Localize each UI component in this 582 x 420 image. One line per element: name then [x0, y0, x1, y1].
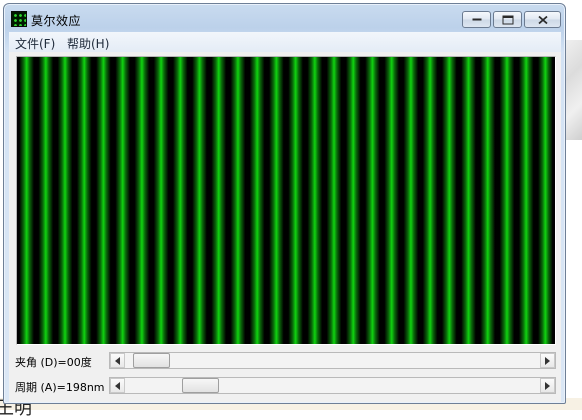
- title-bar[interactable]: 莫尔效应: [4, 4, 565, 32]
- client-area: 夹角 (D)=00度 周期 (A)=198nm: [9, 52, 561, 402]
- moire-stripe: [288, 57, 303, 344]
- moire-stripe: [230, 57, 246, 344]
- moire-stripe: [134, 57, 150, 344]
- moire-stripe: [96, 57, 111, 344]
- restore-icon: [502, 15, 513, 24]
- moire-stripe: [384, 57, 399, 344]
- app-window: 莫尔效应 文件(F) 帮助(H) 夹角 (D)=00度 周期 (A)=198nm: [3, 3, 566, 404]
- moire-stripe: [115, 57, 130, 344]
- moire-stripe: [442, 57, 457, 344]
- period-label: 周期 (A)=198nm: [15, 381, 105, 394]
- period-control-row: 周期 (A)=198nm: [9, 377, 561, 395]
- window-title: 莫尔效应: [31, 14, 82, 28]
- restore-button[interactable]: [493, 11, 522, 28]
- moire-pattern-display: [16, 56, 556, 345]
- close-icon: [537, 15, 548, 24]
- moire-stripe: [76, 57, 92, 344]
- moire-stripe: [19, 57, 34, 344]
- menu-help[interactable]: 帮助(H): [67, 35, 109, 52]
- angle-scroll-thumb[interactable]: [133, 353, 170, 368]
- angle-label: 夹角 (D)=00度: [15, 356, 92, 369]
- moire-stripe: [57, 57, 73, 344]
- menu-bar: 文件(F) 帮助(H): [9, 32, 561, 53]
- angle-scroll-left-button[interactable]: [110, 353, 125, 368]
- moire-stripe: [480, 57, 496, 344]
- menu-file[interactable]: 文件(F): [15, 35, 55, 52]
- arrow-right-icon: [545, 382, 550, 390]
- moire-stripe: [307, 57, 323, 344]
- moire-app-icon[interactable]: [11, 11, 27, 27]
- minimize-button[interactable]: [462, 11, 491, 28]
- moire-stripe: [345, 57, 361, 344]
- moire-stripe: [538, 57, 553, 344]
- minimize-icon: [472, 18, 481, 20]
- moire-stripe: [403, 57, 419, 344]
- period-scroll-track[interactable]: [125, 378, 540, 393]
- moire-stripe: [422, 57, 438, 344]
- moire-stripe: [499, 57, 515, 344]
- moire-pattern-canvas: [19, 57, 553, 344]
- moire-stripe: [365, 57, 380, 344]
- period-scrollbar[interactable]: [109, 377, 556, 394]
- arrow-left-icon: [115, 357, 120, 365]
- angle-scroll-track[interactable]: [125, 353, 540, 368]
- angle-scrollbar[interactable]: [109, 352, 556, 369]
- moire-stripe: [249, 57, 265, 344]
- moire-stripe: [38, 57, 54, 344]
- moire-stripe: [173, 57, 188, 344]
- moire-stripe: [192, 57, 207, 344]
- arrow-left-icon: [115, 382, 120, 390]
- period-scroll-thumb[interactable]: [182, 378, 219, 393]
- angle-scroll-right-button[interactable]: [540, 353, 555, 368]
- moire-stripe: [153, 57, 169, 344]
- angle-control-row: 夹角 (D)=00度: [9, 352, 561, 370]
- moire-stripe: [326, 57, 342, 344]
- arrow-right-icon: [545, 357, 550, 365]
- moire-stripe: [269, 57, 284, 344]
- close-button[interactable]: [524, 11, 561, 28]
- moire-stripe: [461, 57, 476, 344]
- period-scroll-left-button[interactable]: [110, 378, 125, 393]
- period-scroll-right-button[interactable]: [540, 378, 555, 393]
- moire-stripe: [211, 57, 227, 344]
- moire-stripe: [518, 57, 534, 344]
